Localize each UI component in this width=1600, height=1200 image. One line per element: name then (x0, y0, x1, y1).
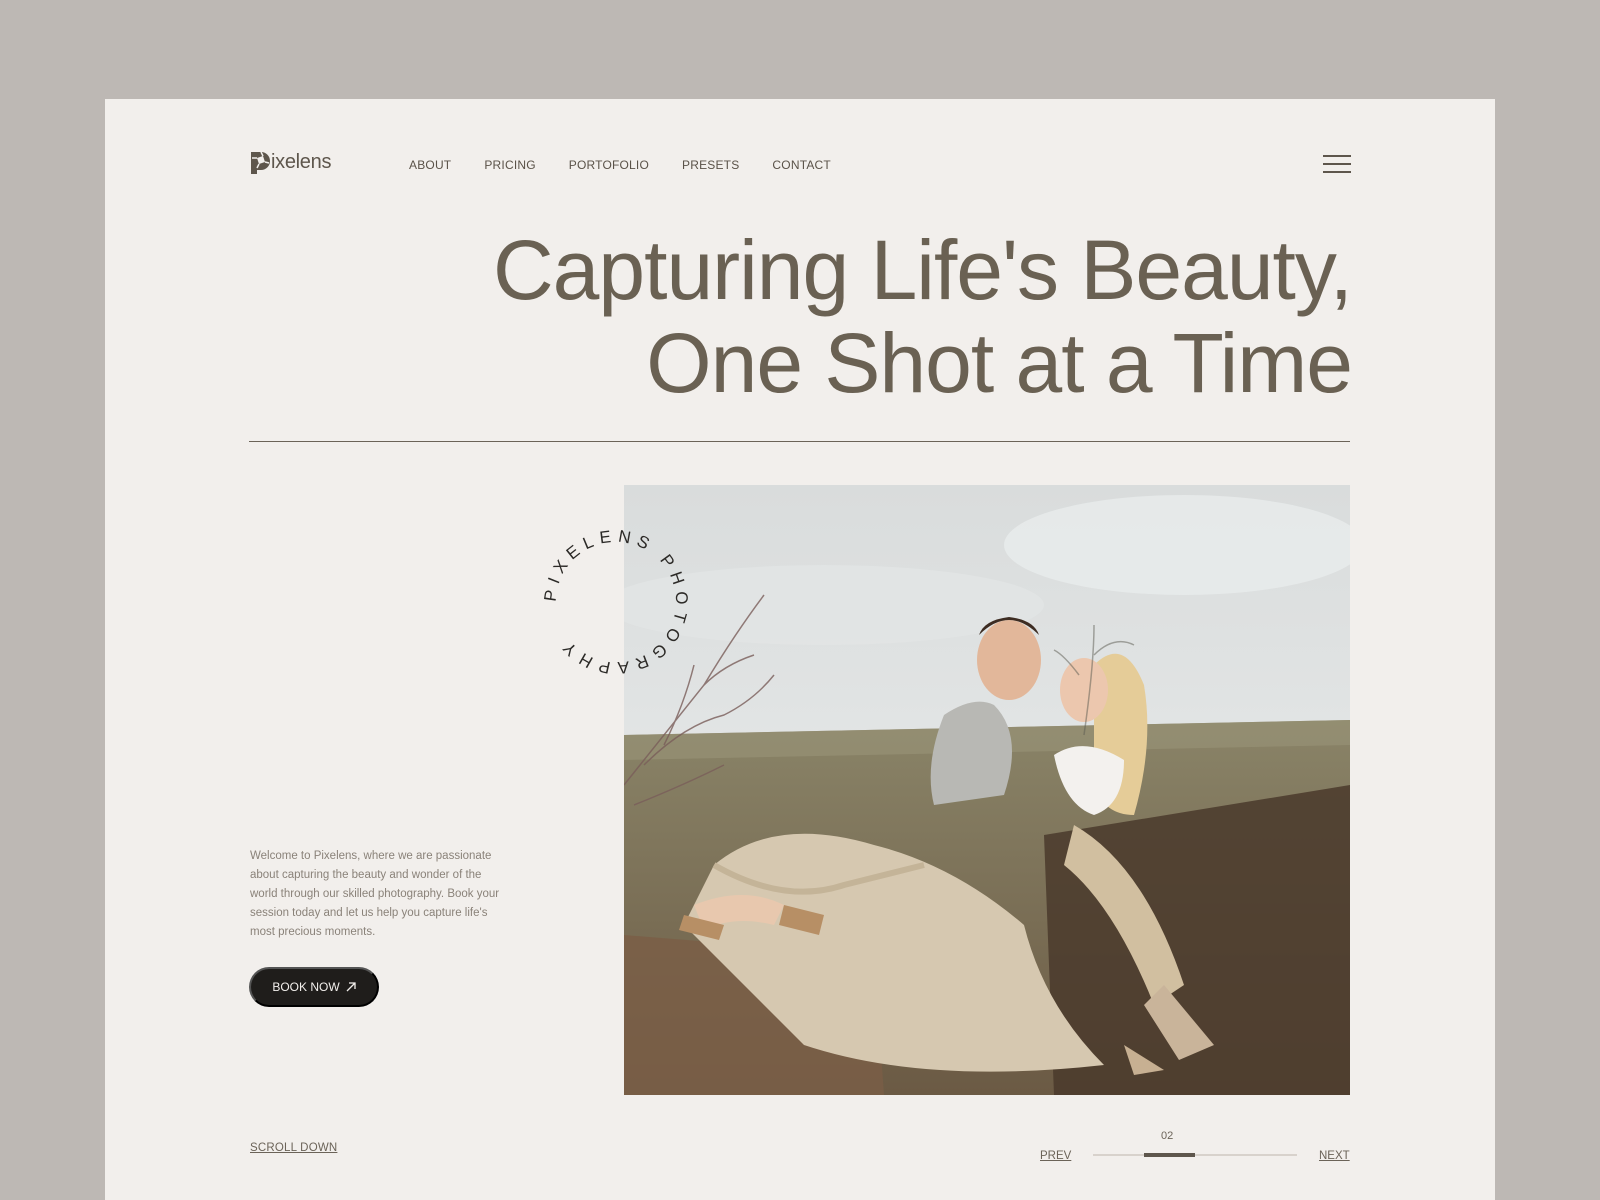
next-link[interactable]: NEXT (1319, 1150, 1350, 1162)
svg-text:PIXELENS PHOTOGRAPHY: PIXELENS PHOTOGRAPHY (541, 527, 691, 677)
slider-track[interactable] (1093, 1153, 1297, 1157)
divider (249, 441, 1350, 442)
hamburger-icon[interactable] (1323, 155, 1351, 175)
main-nav: ABOUT PRICING PORTOFOLIO PRESETS CONTACT (409, 158, 831, 172)
badge-text: PIXELENS PHOTOGRAPHY (541, 527, 685, 677)
hero-title-line2: One Shot at a Time (646, 316, 1353, 410)
page-card: ixelens ABOUT PRICING PORTOFOLIO PRESETS… (105, 99, 1495, 1200)
hero-photo (624, 485, 1350, 1095)
scroll-down-link[interactable]: SCROLL DOWN (250, 1142, 337, 1154)
brand-name: ixelens (271, 150, 332, 173)
intro-text: Welcome to Pixelens, where we are passio… (250, 850, 500, 938)
nav-about[interactable]: ABOUT (409, 158, 451, 172)
badge-circle-text: PIXELENS PHOTOGRAPHY (541, 527, 691, 677)
prev-link[interactable]: PREV (1040, 1150, 1071, 1162)
nav-pricing[interactable]: PRICING (484, 158, 535, 172)
nav-presets[interactable]: PRESETS (682, 158, 739, 172)
hero-title-line1: Capturing Life's Beauty, (493, 223, 1353, 317)
hero-title: Capturing Life's Beauty, One Shot at a T… (352, 223, 1353, 410)
brand-logo[interactable]: ixelens (249, 149, 331, 175)
nav-contact[interactable]: CONTACT (772, 158, 831, 172)
arrow-up-right-icon (346, 982, 356, 992)
slider-index: 02 (1161, 1130, 1174, 1142)
slider-progress (1144, 1153, 1195, 1157)
aperture-p-icon (251, 151, 270, 174)
nav-portfolio[interactable]: PORTOFOLIO (569, 158, 649, 172)
book-now-label: BOOK NOW (272, 980, 340, 994)
book-now-button[interactable]: BOOK NOW (249, 967, 379, 1007)
